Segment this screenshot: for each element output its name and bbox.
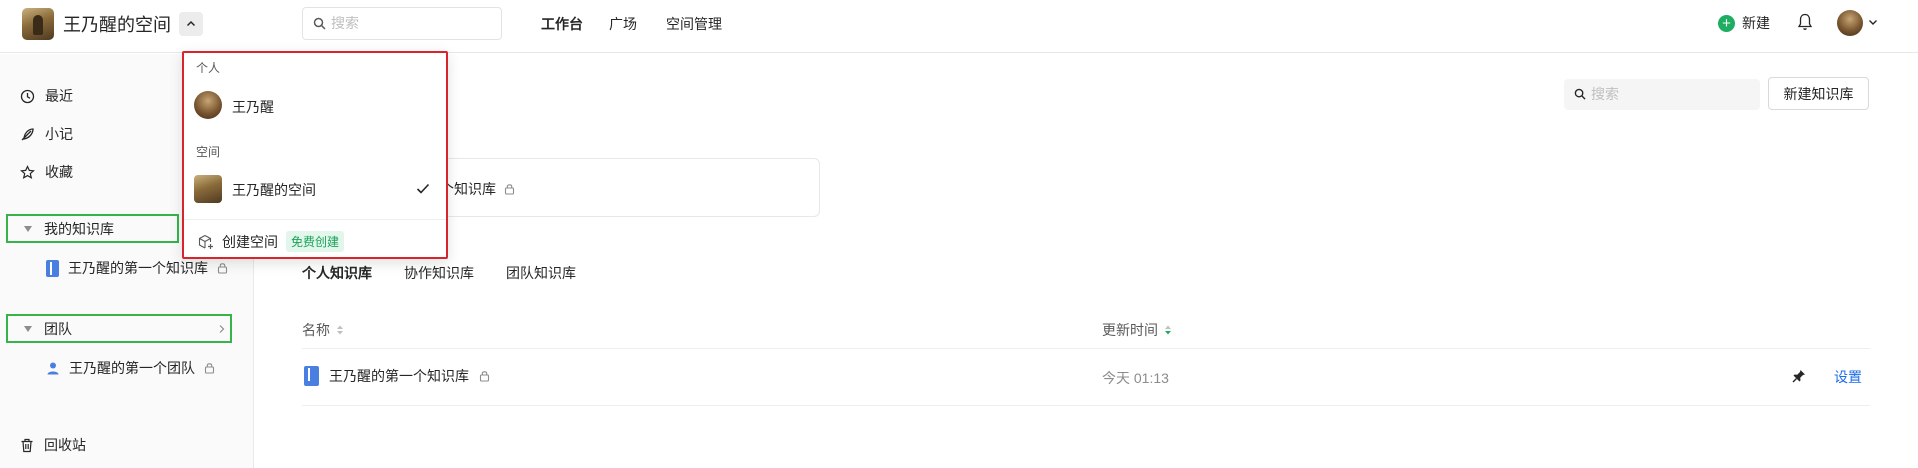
- sort-desc-icon: [1165, 325, 1171, 335]
- dropdown-section-personal: 个人: [196, 61, 221, 75]
- kb-search-box[interactable]: [1564, 79, 1760, 110]
- column-header-label: 更新时间: [1102, 322, 1158, 338]
- sidebar-group-label: 团队: [44, 320, 72, 337]
- space-switcher-button[interactable]: [179, 12, 203, 36]
- nav-square[interactable]: 广场: [609, 14, 637, 34]
- book-icon: [46, 259, 59, 277]
- tab-personal-kb[interactable]: 个人知识库: [302, 263, 372, 283]
- chevron-right-icon[interactable]: [218, 324, 226, 334]
- sidebar-group-my-kb[interactable]: 我的知识库: [6, 214, 179, 243]
- new-button-label: 新建: [1742, 15, 1770, 31]
- chevron-up-icon: [186, 20, 196, 27]
- sidebar-item-label: 王乃醒的第一个团队: [69, 360, 195, 376]
- dropdown-divider: [184, 219, 446, 220]
- table-divider: [302, 348, 1870, 349]
- lock-icon: [479, 371, 490, 382]
- sidebar-item-label: 收藏: [45, 164, 73, 180]
- star-icon: [20, 164, 35, 179]
- kb-card-label: 个知识库: [440, 181, 496, 197]
- lock-icon: [217, 263, 228, 274]
- user-icon: [47, 362, 59, 375]
- space-avatar[interactable]: [22, 8, 54, 40]
- kb-updated-time: 今天 01:13: [1102, 370, 1169, 386]
- checkmark-icon: [416, 183, 430, 194]
- chevron-down-icon[interactable]: [1868, 17, 1878, 27]
- column-header-label: 名称: [302, 322, 330, 338]
- create-space-label: 创建空间: [222, 233, 278, 250]
- create-space-option[interactable]: 创建空间 免费创建: [198, 231, 345, 252]
- sidebar-item-recent[interactable]: 最近: [20, 86, 73, 106]
- sidebar-item-notes[interactable]: 小记: [20, 124, 73, 144]
- nav-space-management[interactable]: 空间管理: [666, 14, 722, 34]
- space-name[interactable]: 王乃醒的空间: [63, 11, 171, 37]
- table-row[interactable]: 王乃醒的第一个知识库: [304, 366, 490, 386]
- tab-team-kb[interactable]: 团队知识库: [506, 263, 576, 283]
- sort-icon: [337, 325, 343, 335]
- sidebar-item-label: 小记: [45, 126, 73, 142]
- clock-icon: [20, 89, 35, 103]
- tab-collab-kb[interactable]: 协作知识库: [404, 263, 474, 283]
- sidebar-item-first-kb[interactable]: 王乃醒的第一个知识库: [46, 258, 228, 278]
- space-switcher-dropdown: 个人 王乃醒 空间 王乃醒的空间 创建空间 免费创建: [182, 51, 448, 259]
- column-header-updated[interactable]: 更新时间: [1102, 320, 1172, 340]
- sidebar-item-label: 最近: [45, 88, 73, 104]
- space-option[interactable]: 王乃醒的空间: [232, 180, 316, 200]
- column-header-name[interactable]: 名称: [302, 320, 344, 340]
- top-search-box[interactable]: [302, 7, 502, 40]
- nav-workbench[interactable]: 工作台: [541, 14, 583, 34]
- sidebar-group-label: 我的知识库: [44, 220, 114, 237]
- book-icon: [304, 366, 319, 386]
- user-avatar[interactable]: [1837, 10, 1863, 36]
- kb-card-label-group: 个知识库: [440, 179, 515, 199]
- top-bar: 王乃醒的空间 工作台 广场 空间管理 + 新建: [0, 0, 1918, 53]
- caret-down-icon: [24, 225, 32, 232]
- dropdown-section-space: 空间: [196, 145, 221, 159]
- kb-settings-link[interactable]: 设置: [1834, 367, 1862, 387]
- sidebar-item-trash[interactable]: 回收站: [20, 435, 86, 455]
- personal-avatar: [194, 91, 222, 119]
- space-option-avatar: [194, 175, 222, 203]
- sidebar-item-label: 王乃醒的第一个知识库: [68, 260, 208, 276]
- lock-icon: [504, 184, 515, 195]
- top-search-input[interactable]: [331, 15, 491, 31]
- sidebar-item-first-team[interactable]: 王乃醒的第一个团队: [46, 358, 215, 378]
- table-divider: [302, 405, 1870, 406]
- trash-icon: [21, 438, 33, 452]
- sidebar-item-favorites[interactable]: 收藏: [20, 162, 73, 182]
- sidebar-group-team[interactable]: 团队: [6, 314, 232, 343]
- kb-name[interactable]: 王乃醒的第一个知识库: [329, 366, 469, 386]
- sidebar-item-label: 回收站: [44, 437, 86, 453]
- plus-circle-icon: +: [1718, 14, 1735, 32]
- kb-search-input[interactable]: [1591, 86, 1751, 102]
- lock-icon: [204, 363, 215, 374]
- cube-plus-icon: [198, 234, 213, 249]
- caret-down-icon: [24, 325, 32, 332]
- new-button[interactable]: + 新建: [1718, 13, 1770, 33]
- free-create-badge: 免费创建: [286, 231, 345, 252]
- new-kb-button[interactable]: 新建知识库: [1768, 77, 1869, 110]
- personal-account-option[interactable]: 王乃醒: [232, 97, 274, 117]
- search-icon: [1574, 88, 1586, 100]
- pin-icon[interactable]: [1792, 369, 1806, 383]
- bell-icon[interactable]: [1797, 13, 1813, 31]
- search-icon: [313, 17, 326, 30]
- feather-icon: [21, 127, 34, 140]
